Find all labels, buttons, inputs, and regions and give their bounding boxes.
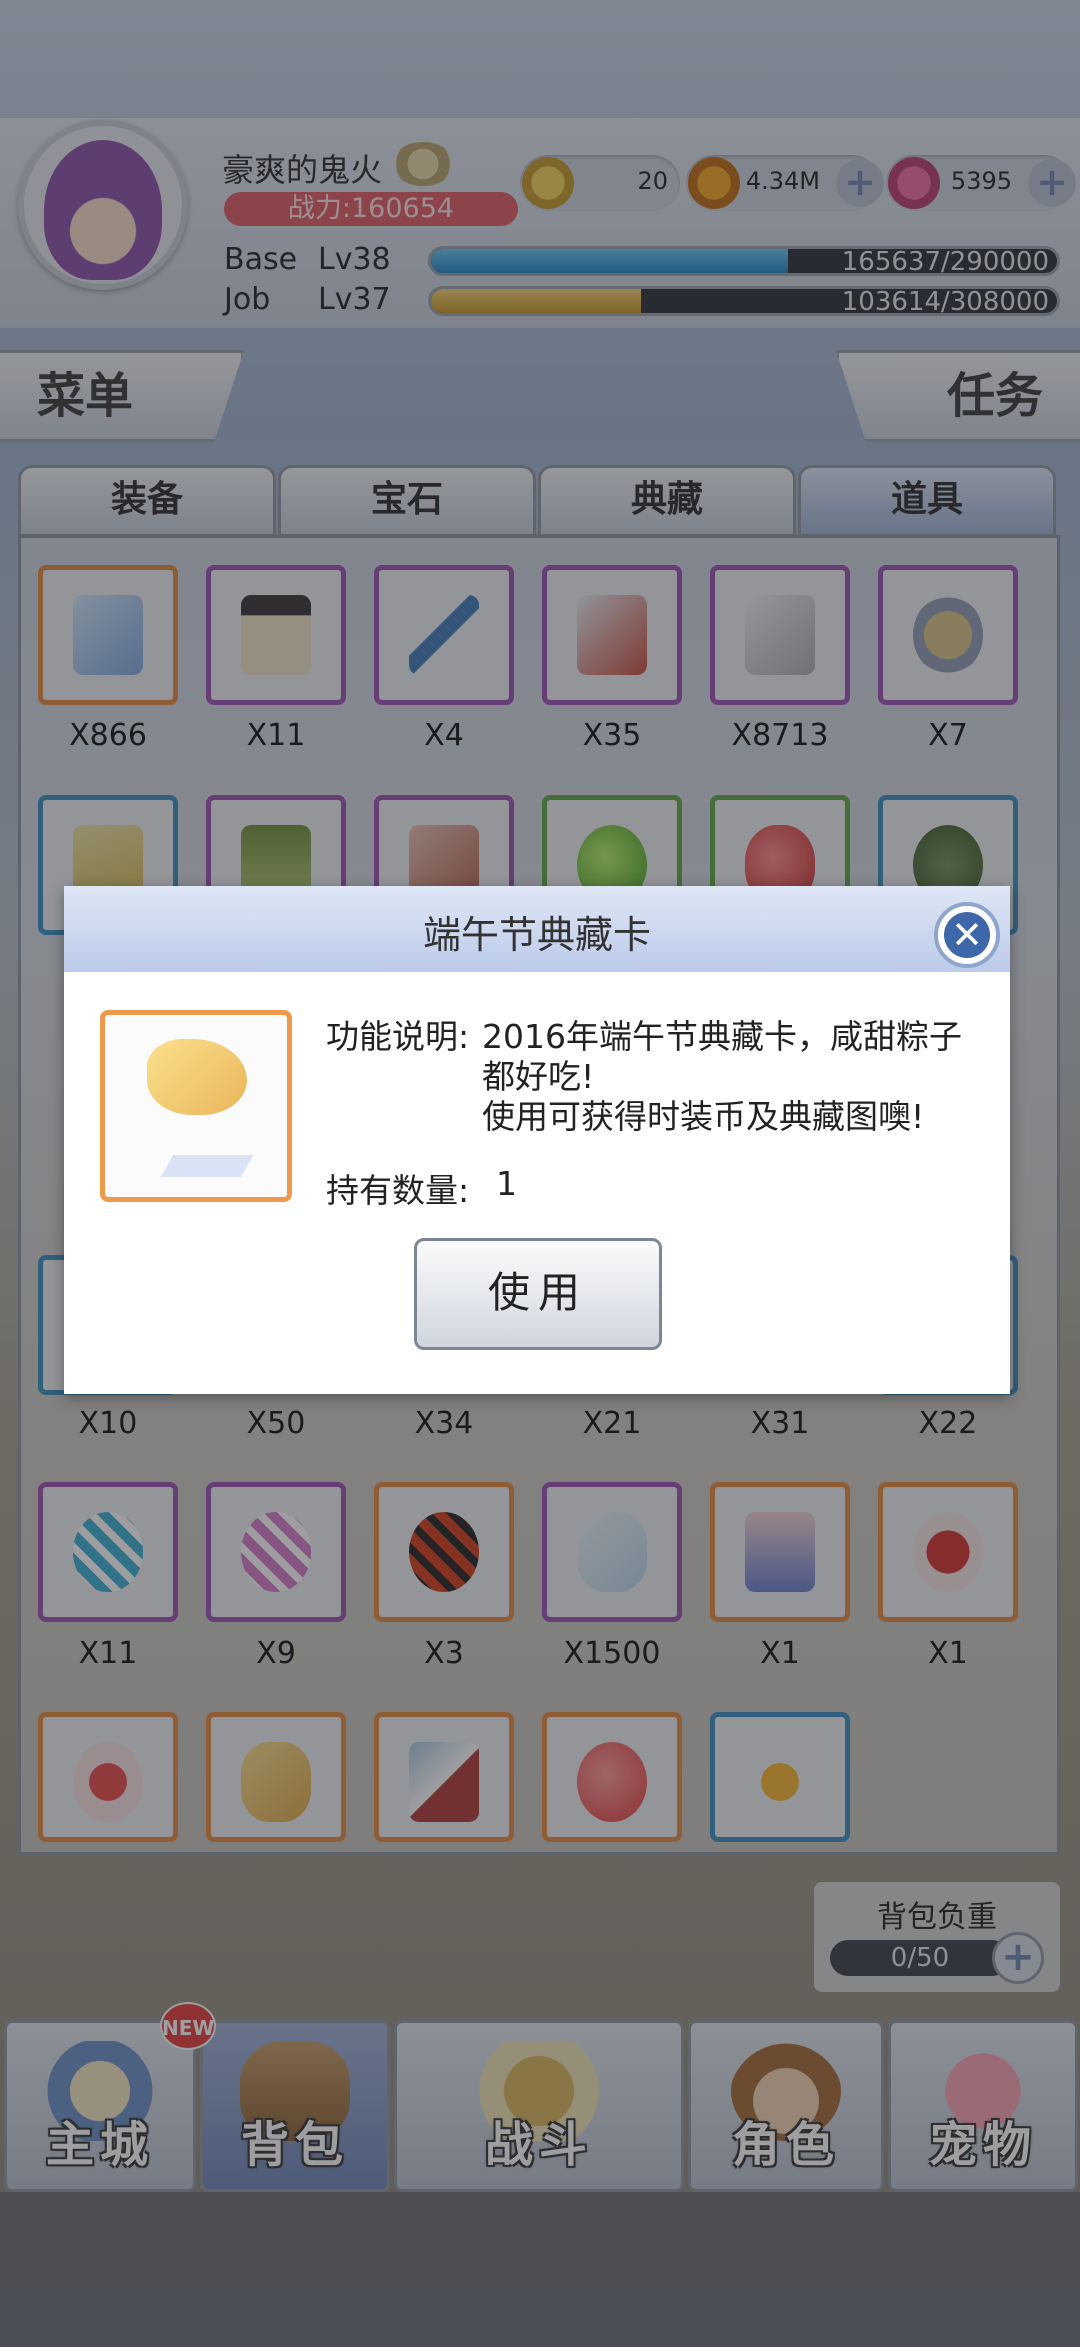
description-label: 功能说明: bbox=[326, 1017, 470, 1056]
zongzi-card-icon bbox=[147, 1039, 247, 1115]
close-icon: ✕ bbox=[944, 912, 990, 958]
item-detail-dialog: 端午节典藏卡 ✕ 功能说明: 2016年端午节典藏卡，咸甜粽子 都好吃! 使用可… bbox=[64, 886, 1010, 1394]
owned-value: 1 bbox=[496, 1164, 517, 1203]
use-button[interactable]: 使用 bbox=[414, 1238, 662, 1350]
dialog-title: 端午节典藏卡 bbox=[422, 913, 651, 957]
description-line-3: 使用可获得时装币及典藏图噢! bbox=[482, 1097, 925, 1136]
item-shadow bbox=[160, 1155, 254, 1177]
dialog-item-slot bbox=[100, 1010, 292, 1202]
dialog-header: 端午节典藏卡 ✕ bbox=[64, 886, 1010, 972]
game-screen: { "player": { "name": "豪爽的鬼火", "power_la… bbox=[0, 0, 1080, 2347]
owned-label: 持有数量: bbox=[326, 1171, 470, 1210]
close-button[interactable]: ✕ bbox=[934, 902, 1000, 968]
